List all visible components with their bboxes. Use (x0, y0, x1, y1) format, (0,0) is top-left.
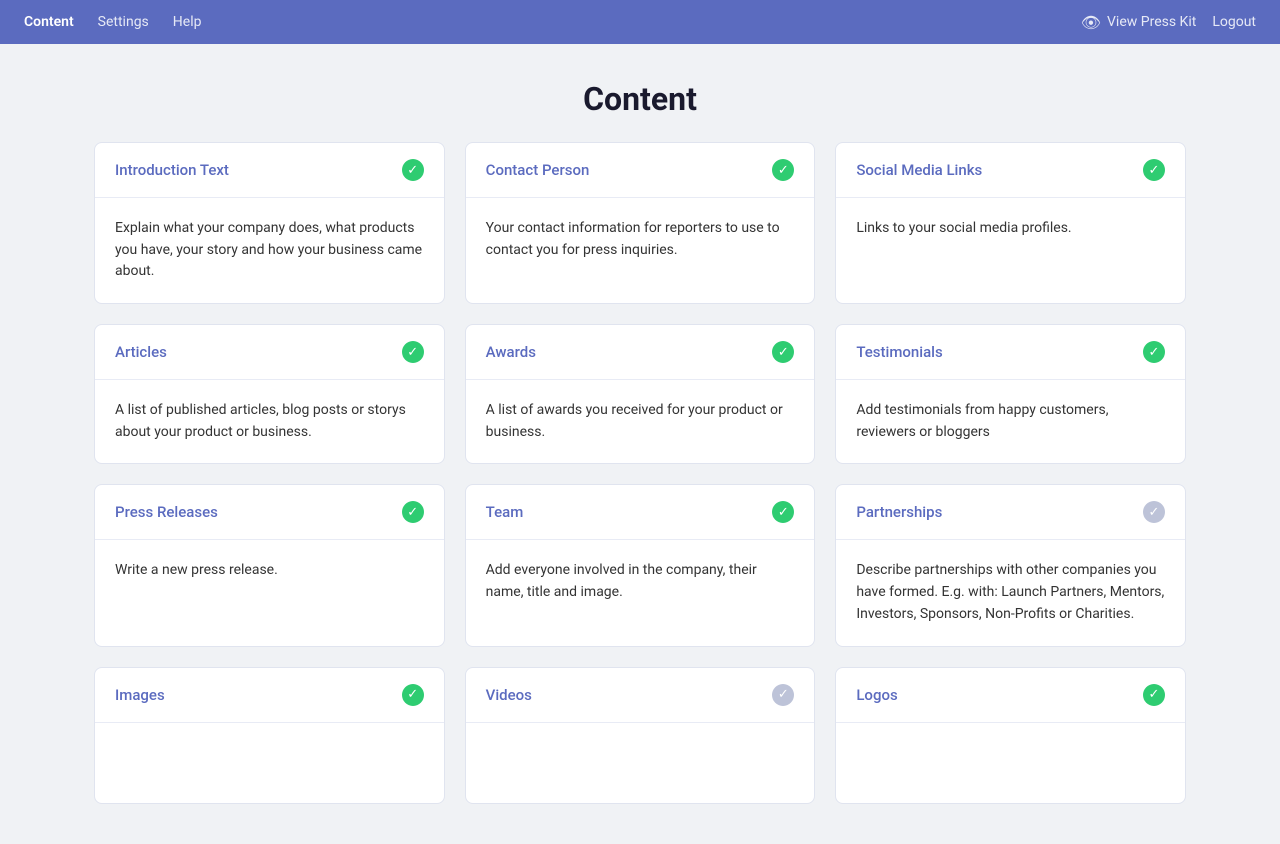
card-press-releases[interactable]: Press Releases ✓ Write a new press relea… (94, 484, 445, 646)
card-header-partnerships: Partnerships ✓ (836, 485, 1185, 540)
card-team[interactable]: Team ✓ Add everyone involved in the comp… (465, 484, 816, 646)
card-title-testimonials: Testimonials (856, 343, 942, 361)
status-badge-social-media-links: ✓ (1143, 159, 1165, 181)
card-header-logos: Logos ✓ (836, 668, 1185, 723)
card-title-partnerships: Partnerships (856, 503, 942, 521)
card-description-contact-person: Your contact information for reporters t… (486, 218, 795, 261)
cards-grid: Introduction Text ✓ Explain what your co… (70, 142, 1210, 844)
card-title-social-media-links: Social Media Links (856, 161, 982, 179)
card-header-social-media-links: Social Media Links ✓ (836, 143, 1185, 198)
card-logos[interactable]: Logos ✓ (835, 667, 1186, 804)
card-title-logos: Logos (856, 686, 897, 704)
navbar-left: Content Settings Help (24, 14, 201, 30)
card-body-awards: A list of awards you received for your p… (466, 380, 815, 463)
card-header-testimonials: Testimonials ✓ (836, 325, 1185, 380)
nav-help[interactable]: Help (173, 14, 202, 30)
card-body-introduction-text: Explain what your company does, what pro… (95, 198, 444, 303)
status-badge-logos: ✓ (1143, 684, 1165, 706)
card-header-introduction-text: Introduction Text ✓ (95, 143, 444, 198)
nav-settings[interactable]: Settings (98, 14, 149, 30)
status-badge-team: ✓ (772, 501, 794, 523)
card-header-articles: Articles ✓ (95, 325, 444, 380)
card-awards[interactable]: Awards ✓ A list of awards you received f… (465, 324, 816, 464)
card-description-social-media-links: Links to your social media profiles. (856, 218, 1165, 240)
card-description-awards: A list of awards you received for your p… (486, 400, 795, 443)
card-articles[interactable]: Articles ✓ A list of published articles,… (94, 324, 445, 464)
card-body-partnerships: Describe partnerships with other compani… (836, 540, 1185, 645)
card-description-partnerships: Describe partnerships with other compani… (856, 560, 1165, 625)
navbar: Content Settings Help 👁 View Press Kit L… (0, 0, 1280, 44)
card-title-videos: Videos (486, 686, 532, 704)
card-header-press-releases: Press Releases ✓ (95, 485, 444, 540)
card-header-videos: Videos ✓ (466, 668, 815, 723)
card-introduction-text[interactable]: Introduction Text ✓ Explain what your co… (94, 142, 445, 304)
status-badge-partnerships: ✓ (1143, 501, 1165, 523)
card-body-team: Add everyone involved in the company, th… (466, 540, 815, 623)
card-body-logos (836, 723, 1185, 803)
card-title-press-releases: Press Releases (115, 503, 218, 521)
card-title-awards: Awards (486, 343, 536, 361)
card-images[interactable]: Images ✓ (94, 667, 445, 804)
card-header-contact-person: Contact Person ✓ (466, 143, 815, 198)
card-body-images (95, 723, 444, 803)
status-badge-testimonials: ✓ (1143, 341, 1165, 363)
card-partnerships[interactable]: Partnerships ✓ Describe partnerships wit… (835, 484, 1186, 646)
card-body-social-media-links: Links to your social media profiles. (836, 198, 1185, 278)
status-badge-awards: ✓ (772, 341, 794, 363)
navbar-right: 👁 View Press Kit Logout (1081, 13, 1256, 32)
logout-button[interactable]: Logout (1212, 14, 1256, 30)
card-videos[interactable]: Videos ✓ (465, 667, 816, 804)
card-description-team: Add everyone involved in the company, th… (486, 560, 795, 603)
card-social-media-links[interactable]: Social Media Links ✓ Links to your socia… (835, 142, 1186, 304)
card-title-articles: Articles (115, 343, 167, 361)
card-description-testimonials: Add testimonials from happy customers, r… (856, 400, 1165, 443)
status-badge-articles: ✓ (402, 341, 424, 363)
status-badge-images: ✓ (402, 684, 424, 706)
status-badge-press-releases: ✓ (402, 501, 424, 523)
card-header-awards: Awards ✓ (466, 325, 815, 380)
card-body-articles: A list of published articles, blog posts… (95, 380, 444, 463)
nav-content[interactable]: Content (24, 14, 74, 30)
status-badge-videos: ✓ (772, 684, 794, 706)
card-testimonials[interactable]: Testimonials ✓ Add testimonials from hap… (835, 324, 1186, 464)
card-title-team: Team (486, 503, 524, 521)
card-contact-person[interactable]: Contact Person ✓ Your contact informatio… (465, 142, 816, 304)
card-description-articles: A list of published articles, blog posts… (115, 400, 424, 443)
card-title-introduction-text: Introduction Text (115, 161, 229, 179)
card-header-team: Team ✓ (466, 485, 815, 540)
card-title-images: Images (115, 686, 165, 704)
page-title: Content (0, 80, 1280, 118)
view-press-kit-label: View Press Kit (1107, 14, 1196, 30)
card-description-introduction-text: Explain what your company does, what pro… (115, 218, 424, 283)
status-badge-introduction-text: ✓ (402, 159, 424, 181)
view-press-kit-button[interactable]: 👁 View Press Kit (1081, 13, 1197, 32)
card-body-press-releases: Write a new press release. (95, 540, 444, 620)
card-title-contact-person: Contact Person (486, 161, 590, 179)
status-badge-contact-person: ✓ (772, 159, 794, 181)
card-header-images: Images ✓ (95, 668, 444, 723)
card-description-press-releases: Write a new press release. (115, 560, 424, 582)
card-body-videos (466, 723, 815, 803)
card-body-contact-person: Your contact information for reporters t… (466, 198, 815, 281)
eye-icon: 👁 (1081, 13, 1101, 32)
card-body-testimonials: Add testimonials from happy customers, r… (836, 380, 1185, 463)
